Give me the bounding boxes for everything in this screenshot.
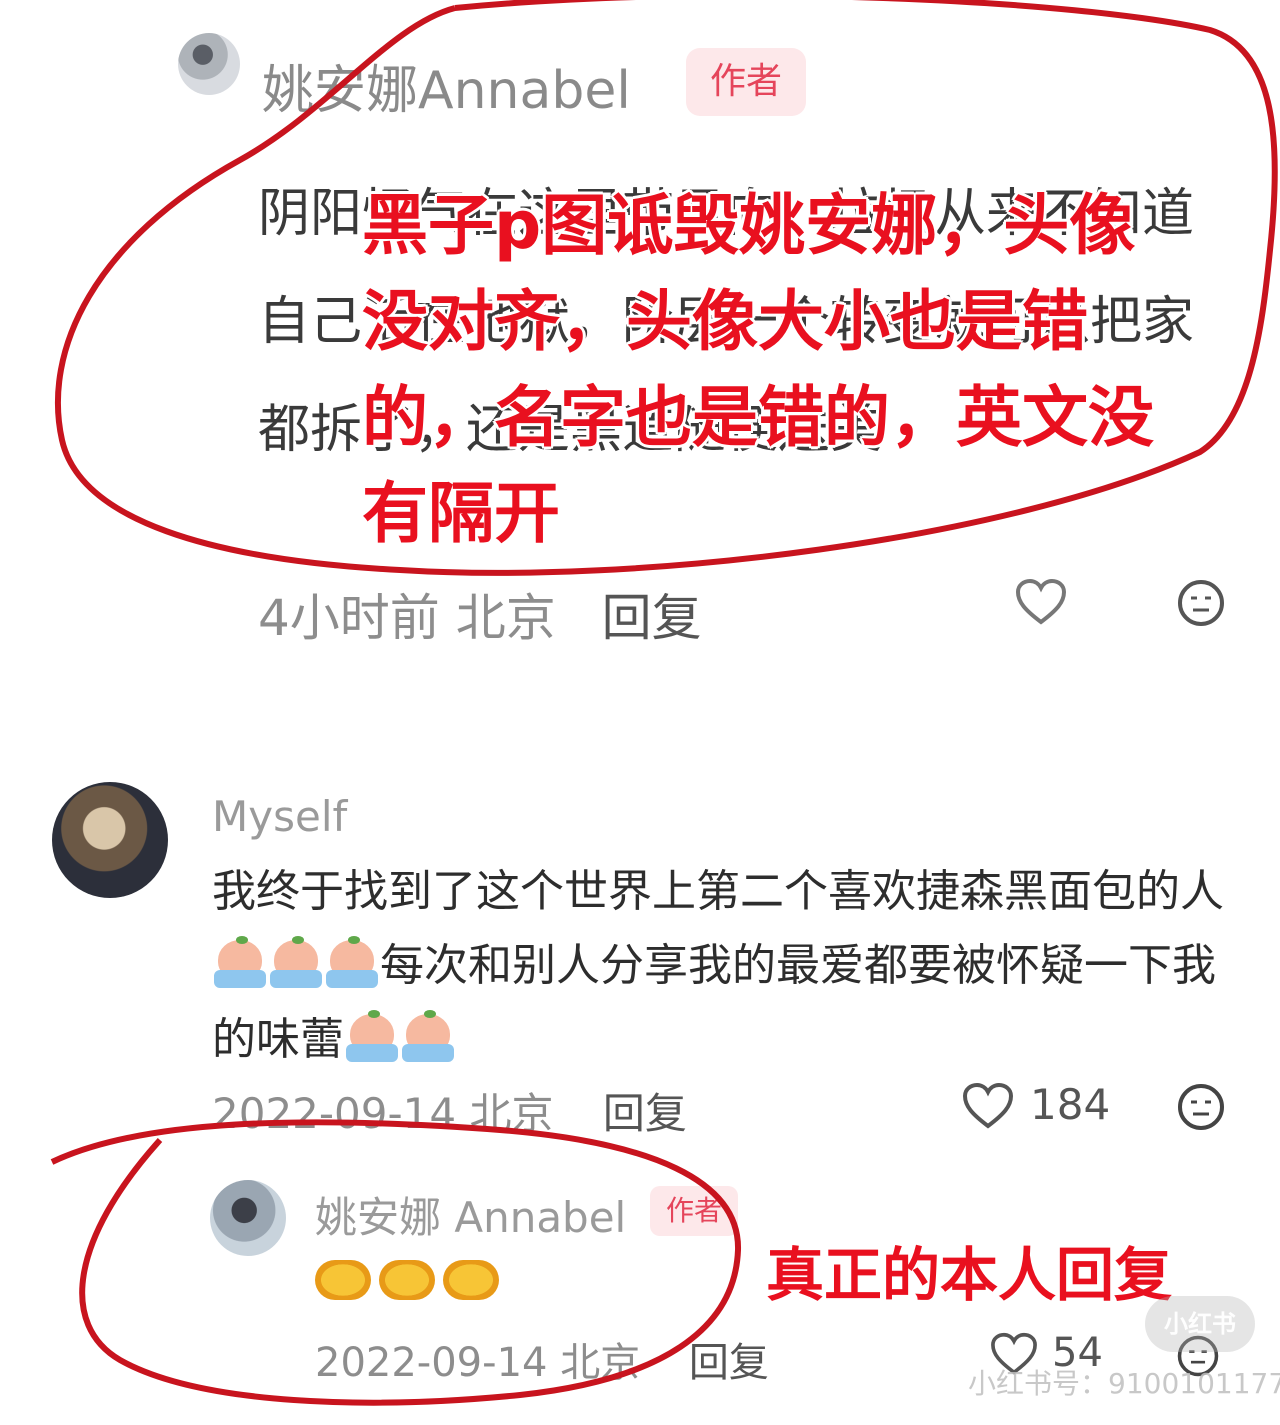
comment-text-part: 我终于找到了这个世界上第二个喜欢捷森黑面包的人 bbox=[212, 866, 1224, 917]
reply-text bbox=[315, 1260, 507, 1311]
crying-emoji-icon bbox=[324, 936, 380, 990]
comment-location: 北京 bbox=[455, 589, 556, 647]
author-badge: 作者 bbox=[686, 48, 806, 116]
reply-button[interactable]: 回复 bbox=[689, 1340, 769, 1386]
username[interactable]: 姚安娜 Annabel bbox=[315, 1184, 626, 1245]
comment-meta: 2022-09-14 北京 回复 bbox=[315, 1330, 769, 1388]
emoji-face-icon[interactable] bbox=[1176, 1082, 1226, 1132]
comment-meta: 4小时前 北京 回复 bbox=[258, 578, 702, 650]
avatar[interactable] bbox=[52, 782, 168, 898]
comment-date: 2022-09-14 bbox=[315, 1340, 548, 1386]
avatar[interactable] bbox=[178, 33, 240, 95]
reply-button[interactable]: 回复 bbox=[602, 589, 702, 647]
author-badge: 作者 bbox=[650, 1186, 738, 1236]
heart-icon[interactable] bbox=[962, 1082, 1014, 1130]
comment-location: 北京 bbox=[560, 1340, 641, 1386]
comment-time: 4小时前 bbox=[258, 589, 440, 647]
handshake-emoji-icon bbox=[315, 1260, 371, 1300]
handshake-emoji-icon bbox=[443, 1260, 499, 1300]
emoji-face-icon[interactable] bbox=[1176, 578, 1226, 628]
reply-button[interactable]: 回复 bbox=[603, 1089, 687, 1138]
handshake-emoji-icon bbox=[379, 1260, 435, 1300]
crying-emoji-icon bbox=[268, 936, 324, 990]
crying-emoji-icon bbox=[212, 936, 268, 990]
annotation-caption: 黑子p图诋毁姚安娜，头像没对齐，头像大小也是错的，名字也是错的，英文没有隔开 bbox=[362, 187, 1154, 552]
like-count: 184 bbox=[1030, 1080, 1111, 1129]
heart-icon[interactable] bbox=[1015, 578, 1067, 626]
comment-meta: 2022-09-14 北京 回复 bbox=[212, 1080, 687, 1141]
watermark-text: 小红书号：9100101177 bbox=[968, 1367, 1280, 1400]
avatar[interactable] bbox=[210, 1180, 286, 1256]
username[interactable]: Myself bbox=[212, 792, 347, 841]
annotation-caption: 真正的本人回复 bbox=[766, 1241, 1173, 1309]
crying-emoji-icon bbox=[400, 1010, 456, 1064]
comment-date: 2022-09-14 bbox=[212, 1089, 457, 1138]
username[interactable]: 姚安娜Annabel bbox=[262, 48, 631, 123]
comment-location: 北京 bbox=[469, 1089, 554, 1138]
watermark-badge: 小红书 bbox=[1145, 1296, 1255, 1352]
comment-text: 我终于找到了这个世界上第二个喜欢捷森黑面包的人 每次和别人分享我的最爱都要被怀疑一… bbox=[212, 855, 1232, 1077]
crying-emoji-icon bbox=[344, 1010, 400, 1064]
